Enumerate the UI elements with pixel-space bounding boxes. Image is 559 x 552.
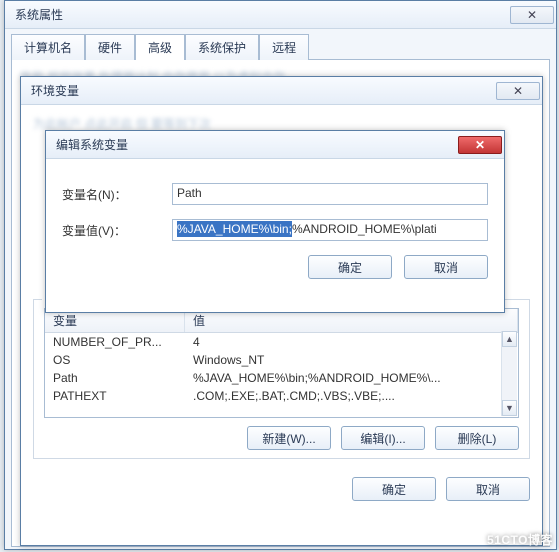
selected-text: %JAVA_HOME%\bin; [177, 221, 292, 237]
scroll-down-icon[interactable]: ▼ [502, 400, 517, 416]
cell-value: 4 [185, 333, 518, 351]
edit-title: 编辑系统变量 [56, 136, 128, 153]
tab-computer-name[interactable]: 计算机名 [11, 34, 85, 60]
var-value-input[interactable]: %JAVA_HOME%\bin;%ANDROID_HOME%\plati [172, 219, 488, 241]
cell-value: .COM;.EXE;.BAT;.CMD;.VBS;.VBE;.... [185, 387, 518, 405]
list-scrollbar[interactable]: ▲ ▼ [501, 331, 517, 416]
cell-value: Windows_NT [185, 351, 518, 369]
system-properties-close-button[interactable]: ✕ [510, 6, 554, 24]
scroll-up-icon[interactable]: ▲ [502, 331, 517, 347]
system-properties-titlebar: 系统属性 ✕ [5, 1, 556, 29]
env-close-button[interactable]: ✕ [496, 82, 540, 100]
system-variables-group: 系统变量(S) 变量 值 NUMBER_OF_PR... 4 OS Window… [33, 299, 530, 459]
tab-advanced[interactable]: 高级 [135, 34, 185, 60]
list-row[interactable]: Path %JAVA_HOME%\bin;%ANDROID_HOME%\... [45, 369, 518, 387]
tab-hardware[interactable]: 硬件 [85, 34, 135, 60]
cell-name: NUMBER_OF_PR... [45, 333, 185, 351]
var-value-row: 变量值(V)： %JAVA_HOME%\bin;%ANDROID_HOME%\p… [62, 219, 488, 241]
edit-titlebar: 编辑系统变量 ✕ [46, 131, 504, 159]
env-cancel-button[interactable]: 取消 [446, 477, 530, 501]
edit-body: 变量名(N)： Path 变量值(V)： %JAVA_HOME%\bin;%AN… [46, 159, 504, 312]
var-name-label: 变量名(N)： [62, 186, 172, 203]
var-name-row: 变量名(N)： Path [62, 183, 488, 205]
tab-remote[interactable]: 远程 [259, 34, 309, 60]
cell-value: %JAVA_HOME%\bin;%ANDROID_HOME%\... [185, 369, 518, 387]
cell-name: PATHEXT [45, 387, 185, 405]
close-icon: ✕ [527, 8, 537, 22]
tab-system-protection[interactable]: 系统保护 [185, 34, 259, 60]
new-button[interactable]: 新建(W)... [247, 426, 331, 450]
close-icon: ✕ [475, 138, 485, 152]
watermark: 51CTO博客 [487, 531, 553, 548]
system-properties-tabs: 计算机名 硬件 高级 系统保护 远程 [11, 33, 556, 59]
list-row[interactable]: NUMBER_OF_PR... 4 [45, 333, 518, 351]
system-var-buttons: 新建(W)... 编辑(I)... 删除(L) [44, 426, 519, 450]
system-properties-title: 系统属性 [15, 6, 63, 23]
rest-text: %ANDROID_HOME%\plati [292, 222, 437, 236]
list-row[interactable]: PATHEXT .COM;.EXE;.BAT;.CMD;.VBS;.VBE;..… [45, 387, 518, 405]
edit-cancel-button[interactable]: 取消 [404, 255, 488, 279]
system-variables-list[interactable]: 变量 值 NUMBER_OF_PR... 4 OS Windows_NT Pat… [44, 308, 519, 418]
list-row[interactable]: OS Windows_NT [45, 351, 518, 369]
edit-system-variable-dialog: 编辑系统变量 ✕ 变量名(N)： Path 变量值(V)： %JAVA_HOME… [45, 130, 505, 313]
cell-name: Path [45, 369, 185, 387]
edit-close-button[interactable]: ✕ [458, 136, 502, 154]
edit-buttons: 确定 取消 [62, 255, 488, 279]
env-ok-button[interactable]: 确定 [352, 477, 436, 501]
edit-ok-button[interactable]: 确定 [308, 255, 392, 279]
blurred-upper: 为此帐户 点此开启 但 要等到下次 [33, 115, 530, 129]
env-dialog-buttons: 确定 取消 [33, 477, 530, 501]
edit-button[interactable]: 编辑(I)... [341, 426, 425, 450]
var-name-input[interactable]: Path [172, 183, 488, 205]
env-title: 环境变量 [31, 82, 79, 99]
cell-name: OS [45, 351, 185, 369]
close-icon: ✕ [513, 84, 523, 98]
delete-button[interactable]: 删除(L) [435, 426, 519, 450]
var-value-label: 变量值(V)： [62, 222, 172, 239]
env-titlebar: 环境变量 ✕ [21, 77, 542, 105]
